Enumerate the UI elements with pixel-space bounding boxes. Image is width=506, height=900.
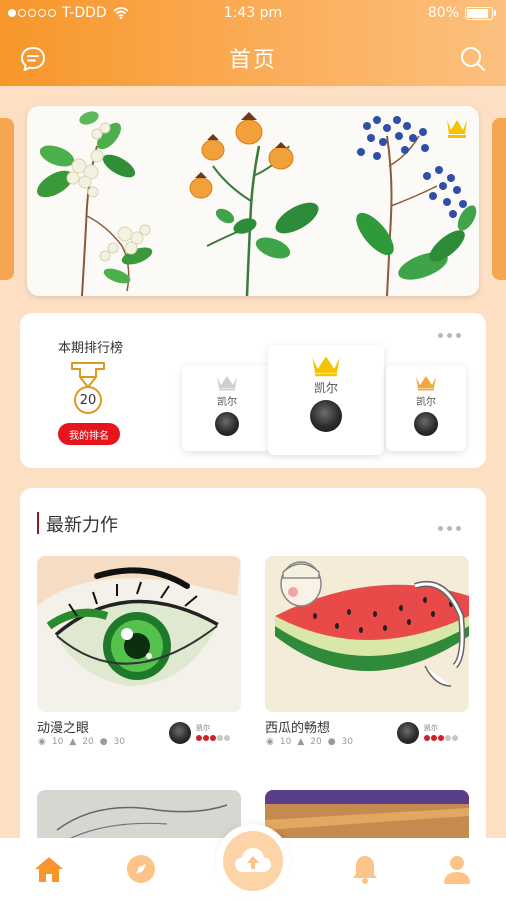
eye-icon: ◉ <box>38 737 46 747</box>
bronze-crown-icon <box>416 376 436 391</box>
my-rank-number: 20 <box>79 393 97 408</box>
banner-illustration <box>36 111 477 296</box>
author-name[interactable]: 凯尔 <box>424 723 438 733</box>
eye-icon: ◉ <box>266 737 274 747</box>
views-count: 10 <box>279 737 292 747</box>
carousel-next-tab[interactable] <box>492 118 506 280</box>
rating-cherries <box>196 735 230 741</box>
thumbs-up-icon: ▲ <box>297 737 305 747</box>
podium-first[interactable]: 凯尔 <box>268 345 384 455</box>
tab-discover[interactable] <box>124 852 158 886</box>
header: T-DDD 1:43 pm 80% 首页 <box>0 0 506 86</box>
podium-third[interactable]: 凯尔 <box>386 365 466 451</box>
avatar <box>310 400 342 432</box>
battery-icon <box>465 6 493 20</box>
section-accent-bar <box>37 512 39 534</box>
watermelon-artwork <box>265 556 469 712</box>
page-title: 首页 <box>228 48 277 73</box>
views-count: 10 <box>51 737 64 747</box>
artwork-stats: ◉ 10 ▲ 20 ● 30 <box>38 737 125 747</box>
author-avatar[interactable] <box>169 722 191 744</box>
artwork-thumbnail-eye[interactable] <box>37 556 241 712</box>
battery-label: 80% <box>427 5 459 21</box>
likes-count: 20 <box>310 737 322 747</box>
artwork-title[interactable]: 西瓜的畅想 <box>265 717 330 736</box>
comments-count: 30 <box>341 737 353 747</box>
search-icon[interactable] <box>458 44 488 74</box>
eye-artwork <box>37 556 241 712</box>
tab-notifications[interactable] <box>348 852 382 886</box>
tab-profile[interactable] <box>440 852 474 886</box>
podium-second[interactable]: 凯尔 <box>182 365 272 451</box>
medal-icon <box>71 362 105 414</box>
silver-crown-icon <box>217 376 237 391</box>
user-icon <box>444 856 470 884</box>
carousel-prev-tab[interactable] <box>0 118 14 280</box>
comment-icon: ● <box>327 737 336 747</box>
artwork-title[interactable]: 动漫之眼 <box>37 717 89 736</box>
ranking-more-icon[interactable] <box>438 333 461 338</box>
compass-icon <box>127 855 155 883</box>
avatar <box>215 412 239 436</box>
avatar <box>414 412 438 436</box>
author-name[interactable]: 凯尔 <box>196 723 210 733</box>
ranking-title: 本期排行榜 <box>58 341 124 356</box>
my-rank-button[interactable]: 我的排名 <box>58 423 120 445</box>
comment-icon: ● <box>99 737 108 747</box>
latest-more-icon[interactable] <box>438 526 461 531</box>
status-bar: T-DDD 1:43 pm 80% <box>0 0 506 28</box>
status-right: 80% <box>428 5 496 21</box>
bell-icon <box>353 856 377 884</box>
likes-count: 20 <box>82 737 94 747</box>
ranking-card: 本期排行榜 20 我的排名 凯尔 凯尔 凯尔 <box>20 313 486 468</box>
author-avatar[interactable] <box>397 722 419 744</box>
comments-count: 30 <box>113 737 125 747</box>
banner-carousel[interactable] <box>27 106 479 296</box>
tab-home[interactable] <box>32 852 66 886</box>
podium-third-name: 凯尔 <box>416 397 436 408</box>
latest-title: 最新力作 <box>46 515 118 536</box>
artwork-stats: ◉ 10 ▲ 20 ● 30 <box>266 737 353 747</box>
podium-second-name: 凯尔 <box>217 397 237 408</box>
thumbs-up-icon: ▲ <box>69 737 77 747</box>
artwork-thumbnail-watermelon[interactable] <box>265 556 469 712</box>
podium-first-name: 凯尔 <box>313 381 338 395</box>
upload-button[interactable] <box>216 824 290 898</box>
rating-cherries <box>424 735 458 741</box>
home-icon <box>35 857 63 882</box>
gold-crown-icon <box>312 356 340 377</box>
upload-cloud-icon <box>235 848 271 872</box>
premium-crown-icon <box>447 120 467 138</box>
